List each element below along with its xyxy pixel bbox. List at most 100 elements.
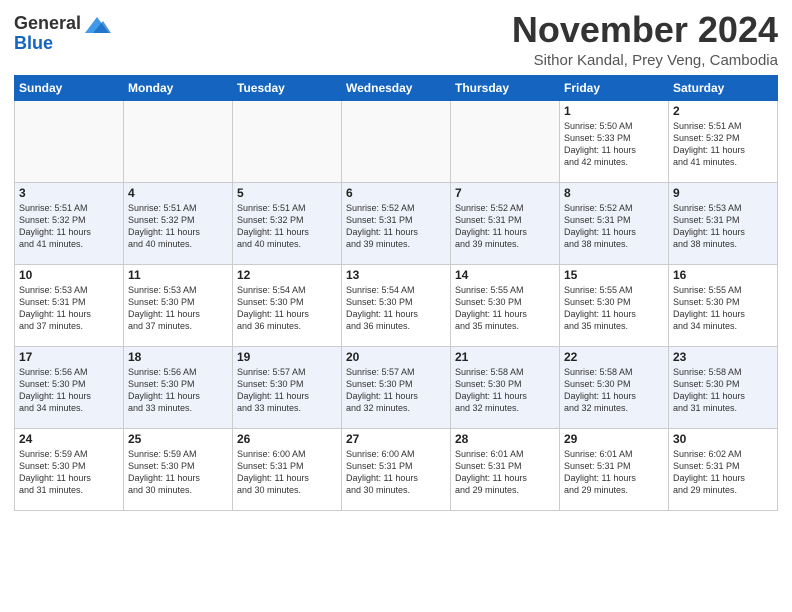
calendar-cell: 18 Sunrise: 5:56 AM Sunset: 5:30 PM Dayli… <box>124 346 233 428</box>
calendar-cell: 29Sunrise: 6:01 AM Sunset: 5:31 PM Dayli… <box>560 428 669 510</box>
calendar-cell <box>451 100 560 182</box>
day-info: Sunrise: 5:59 AM Sunset: 5:30 PM Dayligh… <box>19 448 119 497</box>
day-number: 12 <box>237 268 337 282</box>
day-number: 19 <box>237 350 337 364</box>
calendar-cell: 10 Sunrise: 5:53 AM Sunset: 5:31 PM Dayli… <box>15 264 124 346</box>
day-info: Sunrise: 5:56 AM Sunset: 5:30 PM Dayligh… <box>128 366 228 415</box>
col-saturday: Saturday <box>669 75 778 100</box>
day-info: Sunrise: 5:55 AM Sunset: 5:30 PM Dayligh… <box>564 284 664 333</box>
day-info: Sunrise: 5:54 AM Sunset: 5:30 PM Dayligh… <box>237 284 337 333</box>
day-info: Sunrise: 5:57 AM Sunset: 5:30 PM Dayligh… <box>237 366 337 415</box>
day-info: Sunrise: 6:02 AM Sunset: 5:31 PM Dayligh… <box>673 448 773 497</box>
logo-blue: Blue <box>14 34 53 54</box>
calendar-cell: 7Sunrise: 5:52 AM Sunset: 5:31 PM Daylig… <box>451 182 560 264</box>
location-subtitle: Sithor Kandal, Prey Veng, Cambodia <box>512 52 778 69</box>
header: General Blue November 2024 Sithor Kandal… <box>14 10 778 69</box>
calendar-cell: 25Sunrise: 5:59 AM Sunset: 5:30 PM Dayli… <box>124 428 233 510</box>
calendar-cell: 16Sunrise: 5:55 AM Sunset: 5:30 PM Dayli… <box>669 264 778 346</box>
calendar-week-1: 1 Sunrise: 5:50 AM Sunset: 5:33 PM Daylig… <box>15 100 778 182</box>
calendar-cell: 26 Sunrise: 6:00 AM Sunset: 5:31 PM Dayli… <box>233 428 342 510</box>
col-tuesday: Tuesday <box>233 75 342 100</box>
calendar-cell <box>15 100 124 182</box>
calendar-cell: 3 Sunrise: 5:51 AM Sunset: 5:32 PM Daylig… <box>15 182 124 264</box>
calendar-cell: 13 Sunrise: 5:54 AM Sunset: 5:30 PM Dayli… <box>342 264 451 346</box>
calendar-header-row: Sunday Monday Tuesday Wednesday Thursday… <box>15 75 778 100</box>
day-number: 1 <box>564 104 664 118</box>
col-sunday: Sunday <box>15 75 124 100</box>
calendar-week-2: 3 Sunrise: 5:51 AM Sunset: 5:32 PM Daylig… <box>15 182 778 264</box>
day-number: 18 <box>128 350 228 364</box>
calendar-cell <box>233 100 342 182</box>
logo-icon <box>83 15 111 33</box>
logo-general: General <box>14 14 81 34</box>
day-info: Sunrise: 5:51 AM Sunset: 5:32 PM Dayligh… <box>128 202 228 251</box>
day-info: Sunrise: 5:58 AM Sunset: 5:30 PM Dayligh… <box>673 366 773 415</box>
col-wednesday: Wednesday <box>342 75 451 100</box>
calendar-cell <box>124 100 233 182</box>
day-number: 10 <box>19 268 119 282</box>
calendar: Sunday Monday Tuesday Wednesday Thursday… <box>14 75 778 511</box>
day-number: 29 <box>564 432 664 446</box>
day-info: Sunrise: 5:51 AM Sunset: 5:32 PM Dayligh… <box>673 120 773 169</box>
calendar-cell: 21Sunrise: 5:58 AM Sunset: 5:30 PM Dayli… <box>451 346 560 428</box>
month-title: November 2024 <box>512 10 778 50</box>
calendar-week-5: 24 Sunrise: 5:59 AM Sunset: 5:30 PM Dayli… <box>15 428 778 510</box>
day-number: 24 <box>19 432 119 446</box>
day-number: 15 <box>564 268 664 282</box>
calendar-cell: 22Sunrise: 5:58 AM Sunset: 5:30 PM Dayli… <box>560 346 669 428</box>
calendar-cell: 20Sunrise: 5:57 AM Sunset: 5:30 PM Dayli… <box>342 346 451 428</box>
calendar-cell: 5Sunrise: 5:51 AM Sunset: 5:32 PM Daylig… <box>233 182 342 264</box>
calendar-cell: 28 Sunrise: 6:01 AM Sunset: 5:31 PM Dayli… <box>451 428 560 510</box>
calendar-cell: 27 Sunrise: 6:00 AM Sunset: 5:31 PM Dayli… <box>342 428 451 510</box>
day-number: 25 <box>128 432 228 446</box>
day-info: Sunrise: 5:53 AM Sunset: 5:30 PM Dayligh… <box>128 284 228 333</box>
day-info: Sunrise: 5:55 AM Sunset: 5:30 PM Dayligh… <box>455 284 555 333</box>
day-number: 7 <box>455 186 555 200</box>
day-info: Sunrise: 5:52 AM Sunset: 5:31 PM Dayligh… <box>346 202 446 251</box>
day-info: Sunrise: 5:53 AM Sunset: 5:31 PM Dayligh… <box>673 202 773 251</box>
calendar-cell: 4 Sunrise: 5:51 AM Sunset: 5:32 PM Daylig… <box>124 182 233 264</box>
calendar-cell: 8 Sunrise: 5:52 AM Sunset: 5:31 PM Daylig… <box>560 182 669 264</box>
day-number: 11 <box>128 268 228 282</box>
day-info: Sunrise: 6:00 AM Sunset: 5:31 PM Dayligh… <box>346 448 446 497</box>
calendar-cell: 2 Sunrise: 5:51 AM Sunset: 5:32 PM Daylig… <box>669 100 778 182</box>
day-number: 4 <box>128 186 228 200</box>
day-number: 6 <box>346 186 446 200</box>
day-info: Sunrise: 5:53 AM Sunset: 5:31 PM Dayligh… <box>19 284 119 333</box>
calendar-cell: 12 Sunrise: 5:54 AM Sunset: 5:30 PM Dayli… <box>233 264 342 346</box>
day-info: Sunrise: 5:51 AM Sunset: 5:32 PM Dayligh… <box>237 202 337 251</box>
day-number: 28 <box>455 432 555 446</box>
logo: General Blue <box>14 14 111 54</box>
day-info: Sunrise: 5:56 AM Sunset: 5:30 PM Dayligh… <box>19 366 119 415</box>
calendar-cell: 17 Sunrise: 5:56 AM Sunset: 5:30 PM Dayli… <box>15 346 124 428</box>
day-number: 13 <box>346 268 446 282</box>
day-info: Sunrise: 5:52 AM Sunset: 5:31 PM Dayligh… <box>564 202 664 251</box>
calendar-week-4: 17 Sunrise: 5:56 AM Sunset: 5:30 PM Dayli… <box>15 346 778 428</box>
day-info: Sunrise: 5:54 AM Sunset: 5:30 PM Dayligh… <box>346 284 446 333</box>
day-info: Sunrise: 5:50 AM Sunset: 5:33 PM Dayligh… <box>564 120 664 169</box>
day-info: Sunrise: 6:00 AM Sunset: 5:31 PM Dayligh… <box>237 448 337 497</box>
calendar-cell: 19 Sunrise: 5:57 AM Sunset: 5:30 PM Dayli… <box>233 346 342 428</box>
day-number: 27 <box>346 432 446 446</box>
day-number: 8 <box>564 186 664 200</box>
calendar-cell: 24 Sunrise: 5:59 AM Sunset: 5:30 PM Dayli… <box>15 428 124 510</box>
day-number: 2 <box>673 104 773 118</box>
day-info: Sunrise: 5:51 AM Sunset: 5:32 PM Dayligh… <box>19 202 119 251</box>
calendar-cell: 1 Sunrise: 5:50 AM Sunset: 5:33 PM Daylig… <box>560 100 669 182</box>
day-number: 30 <box>673 432 773 446</box>
calendar-week-3: 10 Sunrise: 5:53 AM Sunset: 5:31 PM Dayli… <box>15 264 778 346</box>
calendar-cell: 11 Sunrise: 5:53 AM Sunset: 5:30 PM Dayli… <box>124 264 233 346</box>
day-info: Sunrise: 5:58 AM Sunset: 5:30 PM Dayligh… <box>564 366 664 415</box>
col-thursday: Thursday <box>451 75 560 100</box>
calendar-cell: 23Sunrise: 5:58 AM Sunset: 5:30 PM Dayli… <box>669 346 778 428</box>
day-number: 3 <box>19 186 119 200</box>
day-number: 21 <box>455 350 555 364</box>
calendar-cell: 30 Sunrise: 6:02 AM Sunset: 5:31 PM Dayli… <box>669 428 778 510</box>
col-friday: Friday <box>560 75 669 100</box>
calendar-cell: 15 Sunrise: 5:55 AM Sunset: 5:30 PM Dayli… <box>560 264 669 346</box>
day-number: 26 <box>237 432 337 446</box>
title-area: November 2024 Sithor Kandal, Prey Veng, … <box>512 10 778 69</box>
day-number: 17 <box>19 350 119 364</box>
day-info: Sunrise: 6:01 AM Sunset: 5:31 PM Dayligh… <box>455 448 555 497</box>
day-number: 20 <box>346 350 446 364</box>
